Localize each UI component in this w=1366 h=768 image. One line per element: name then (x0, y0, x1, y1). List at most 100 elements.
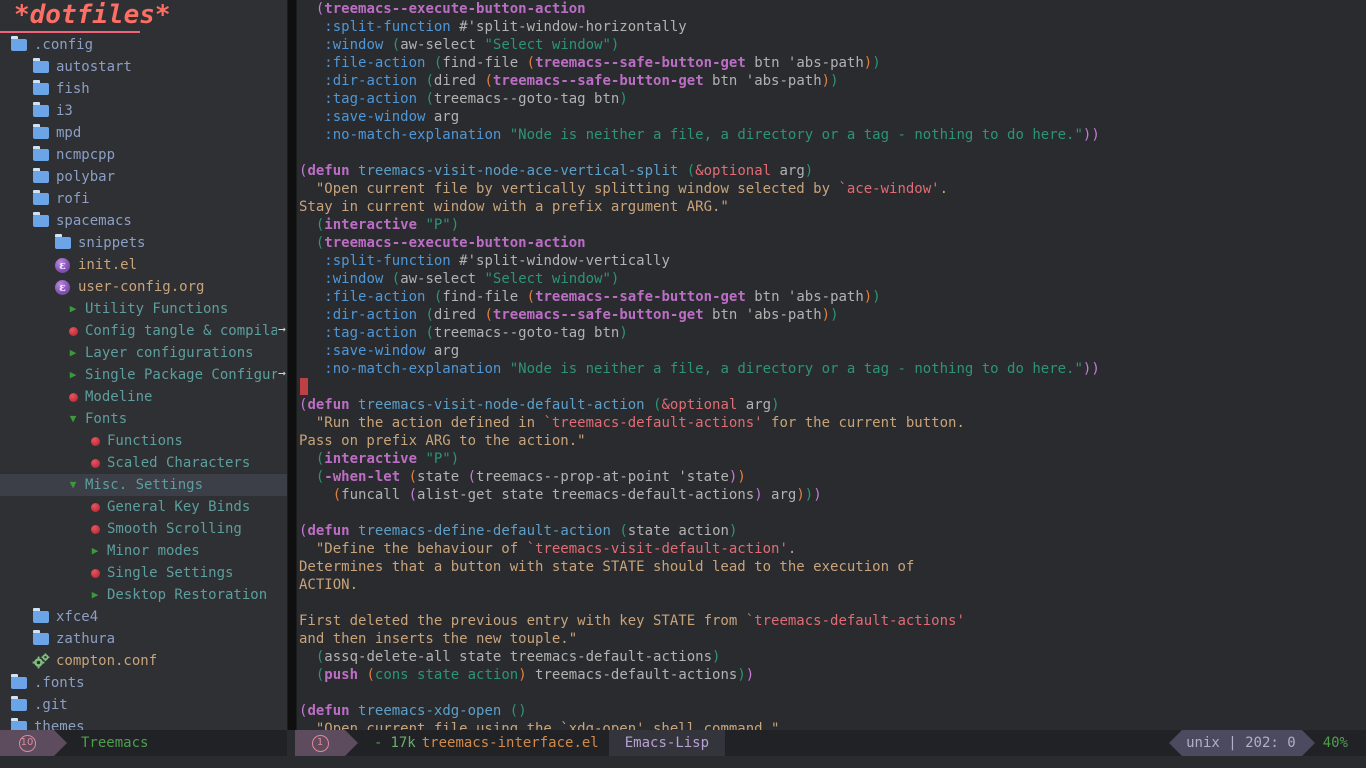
code-line: :tag-action (treemacs--goto-tag btn) (299, 90, 1366, 108)
code-line: :no-match-explanation "Node is neither a… (299, 126, 1366, 144)
treemacs-row[interactable]: General Key Binds (0, 496, 287, 518)
treemacs-row[interactable]: mpd (0, 122, 287, 144)
code-token: ( (467, 469, 477, 485)
code-line: :file-action (find-file (treemacs--safe-… (299, 54, 1366, 72)
treemacs-row[interactable]: compton.conf (0, 650, 287, 672)
treemacs-row[interactable]: .fonts (0, 672, 287, 694)
folder-icon (32, 146, 50, 163)
code-token: btn 'abs-path (745, 289, 864, 305)
window-divider[interactable] (287, 0, 297, 730)
code-token: treemacs--prop-at-point 'state (476, 469, 729, 485)
treemacs-row[interactable]: Smooth Scrolling (0, 518, 287, 540)
treemacs-row[interactable]: ncmpcpp (0, 144, 287, 166)
triangle-right-icon[interactable]: ▶ (65, 298, 81, 320)
folder-icon (32, 608, 50, 625)
treemacs-row[interactable]: ▼ Fonts (0, 408, 287, 430)
treemacs-row[interactable]: i3 (0, 100, 287, 122)
treemacs-row[interactable]: snippets (0, 232, 287, 254)
treemacs-row[interactable]: ▶ Single Package Configurat ➞ (0, 364, 287, 386)
code-token: interactive (324, 217, 418, 233)
code-token: ( (484, 307, 493, 323)
code-token: ( (332, 487, 342, 503)
code-editor-pane[interactable]: (treemacs--execute-button-action :split-… (297, 0, 1366, 730)
modeline-encoding[interactable]: unix | 202: 0 (1182, 730, 1302, 756)
treemacs-row[interactable]: Single Settings (0, 562, 287, 584)
modified-indicator: - (374, 735, 383, 751)
code-token: ) (728, 523, 738, 539)
code-token: ) (737, 469, 746, 485)
treemacs-row[interactable]: ε user-config.org (0, 276, 287, 298)
gears-icon (32, 653, 50, 669)
treemacs-row[interactable]: rofi (0, 188, 287, 210)
treemacs-row[interactable]: .config (0, 34, 287, 56)
treemacs-row[interactable]: ▶ Utility Functions (0, 298, 287, 320)
folder-icon (10, 696, 28, 713)
code-token: treemacs-define-default-action (358, 523, 611, 539)
modeline-file-name[interactable]: treemacs-interface.el (422, 730, 609, 756)
treemacs-row[interactable]: Scaled Characters (0, 452, 287, 474)
code-line: :dir-action (dired (treemacs--safe-butto… (299, 72, 1366, 90)
line-continuation-icon: ➞ (277, 320, 286, 342)
treemacs-row[interactable]: ▶ Desktop Restoration (0, 584, 287, 606)
code-line: (push (cons state action) treemacs-defau… (299, 666, 1366, 684)
triangle-right-icon[interactable]: ▶ (87, 540, 103, 562)
modeline-treemacs[interactable]: 10 Treemacs (0, 730, 287, 756)
treemacs-row[interactable]: xfce4 (0, 606, 287, 628)
modeline-major-mode-wrap[interactable]: Emacs-Lisp (608, 730, 726, 756)
triangle-down-icon[interactable]: ▼ (65, 474, 81, 496)
code-line: Pass on prefix ARG to the action." (299, 432, 1366, 450)
treemacs-row[interactable]: .git (0, 694, 287, 716)
code-line: (funcall (alist-get state treemacs-defau… (299, 486, 1366, 504)
code-token: "Select window" (484, 37, 611, 53)
dot-icon (87, 452, 103, 474)
treemacs-row[interactable]: spacemacs (0, 210, 287, 232)
treemacs-row[interactable]: Config tangle & compilati ➞ (0, 320, 287, 342)
treemacs-row[interactable]: Modeline (0, 386, 287, 408)
code-line: :file-action (find-file (treemacs--safe-… (299, 288, 1366, 306)
code-token: "Open current file by vertically splitti… (315, 181, 839, 197)
treemacs-row[interactable]: ▶ Layer configurations (0, 342, 287, 364)
treemacs-row-label: .git (34, 697, 68, 713)
treemacs-row-label: Config tangle & compilati (85, 323, 287, 339)
treemacs-row[interactable]: polybar (0, 166, 287, 188)
treemacs-row[interactable]: ε init.el (0, 254, 287, 276)
treemacs-row[interactable]: autostart (0, 56, 287, 78)
triangle-right-icon[interactable]: ▶ (87, 584, 103, 606)
treemacs-row-label: polybar (56, 169, 116, 185)
code-line: (defun treemacs-visit-node-ace-vertical-… (299, 162, 1366, 180)
modeline-editor[interactable]: 1 - 17k treemacs-interface.el Emacs-Lisp… (295, 730, 1366, 756)
treemacs-row[interactable]: ▼ Misc. Settings (0, 474, 287, 496)
treemacs-row[interactable]: fish (0, 78, 287, 100)
code-token: ( (391, 37, 401, 53)
code-token: -when-let (324, 469, 401, 485)
code-token: treemacs--safe-button-get (535, 55, 746, 71)
code-token: ) (610, 271, 620, 287)
code-token: ( (526, 289, 536, 305)
treemacs-row[interactable]: ▶ Minor modes (0, 540, 287, 562)
treemacs-row[interactable]: Functions (0, 430, 287, 452)
code-token: btn 'abs-path (703, 307, 822, 323)
code-token: ) (712, 649, 721, 665)
triangle-down-icon[interactable]: ▼ (65, 408, 81, 430)
code-token: btn 'abs-path (703, 73, 822, 89)
treemacs-row-label: Minor modes (107, 543, 200, 559)
treemacs-row-label: fish (56, 81, 90, 97)
triangle-right-icon[interactable]: ▶ (65, 364, 81, 386)
code-token: `treemacs-default-actions' (543, 415, 763, 431)
code-token: "Open current file using the `xdg-open' … (315, 721, 780, 730)
treemacs-sidebar[interactable]: *dotfiles* .config autostart fish i3 mpd ncmp… (0, 0, 287, 730)
treemacs-row-label: init.el (78, 257, 138, 273)
treemacs-row[interactable]: themes (0, 716, 287, 730)
modeline-major-mode[interactable]: Emacs-Lisp (608, 730, 726, 756)
triangle-right-icon[interactable]: ▶ (65, 342, 81, 364)
folder-icon (32, 124, 50, 141)
modeline-slant-enc-right (1301, 730, 1315, 756)
treemacs-row[interactable]: zathura (0, 628, 287, 650)
